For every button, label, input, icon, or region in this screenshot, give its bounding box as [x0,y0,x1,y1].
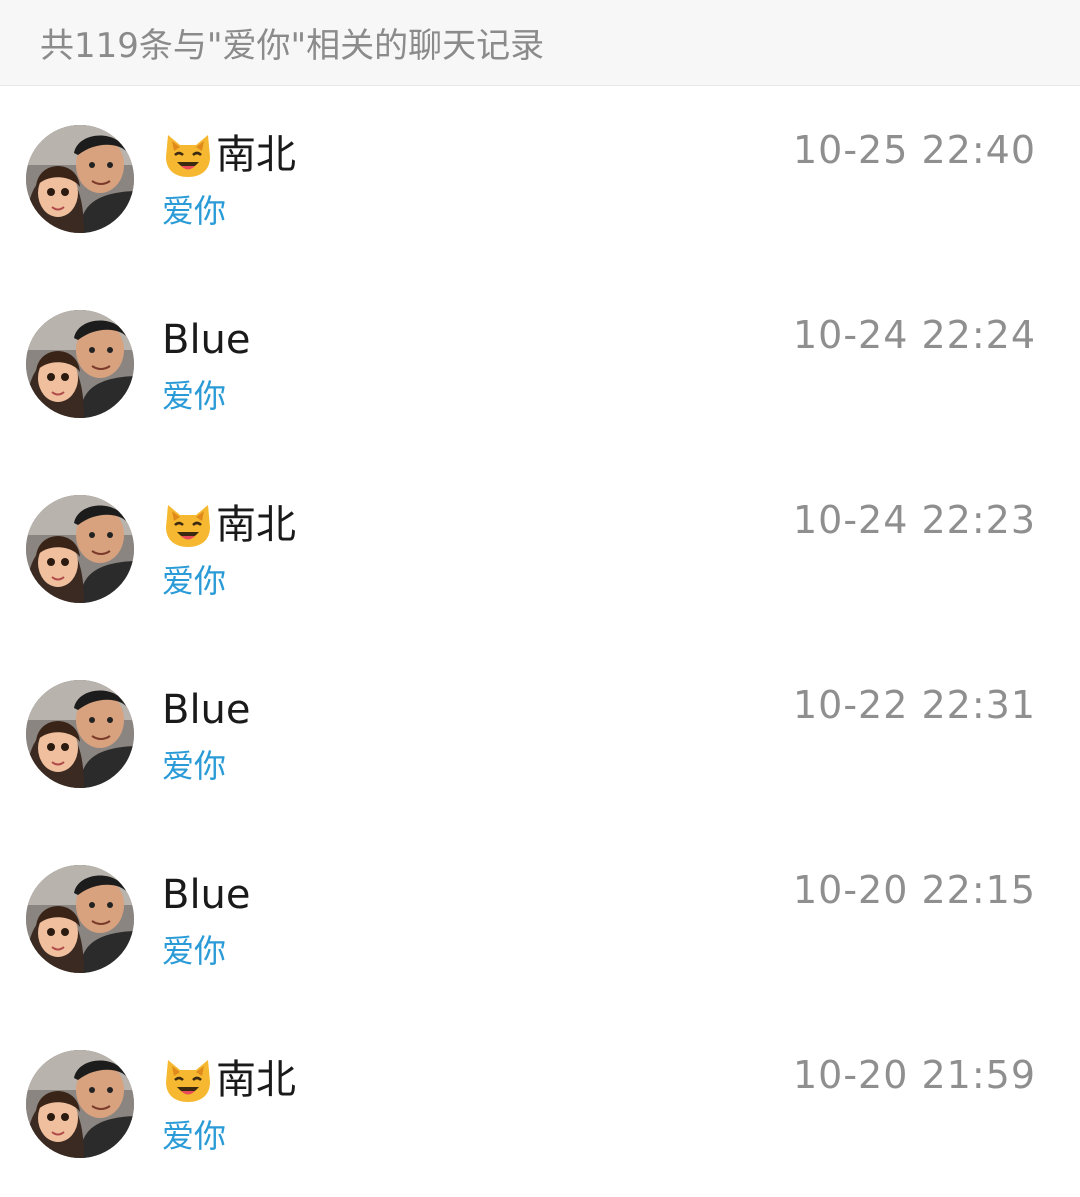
sender-name: 南北 [162,1056,296,1104]
smiling-cat-icon [166,1060,210,1102]
smiling-cat-icon [166,135,210,177]
message-time: 10-22 22:31 [792,683,1036,727]
search-result-header: 共119条与"爱你"相关的聊天记录 [0,0,1080,86]
chat-record-item[interactable]: 南北 爱你 10-24 22:23 [0,457,1080,642]
matched-message: 爱你 [162,192,227,230]
message-time: 10-20 22:15 [792,868,1036,912]
avatar[interactable] [26,1050,134,1158]
sender-name-text: 南北 [216,1057,296,1103]
sender-name-text: 南北 [216,502,296,548]
chat-record-item[interactable]: Blue 爱你 10-22 22:31 [0,642,1080,827]
avatar[interactable] [26,865,134,973]
chat-record-item[interactable]: 南北 爱你 10-20 21:59 [0,1012,1080,1197]
sender-name: Blue [162,316,251,364]
avatar[interactable] [26,495,134,603]
avatar[interactable] [26,125,134,233]
matched-message: 爱你 [162,932,227,970]
matched-message: 爱你 [162,562,227,600]
message-time: 10-24 22:23 [792,498,1036,542]
smiling-cat-icon [166,505,210,547]
sender-name: Blue [162,686,251,734]
message-time: 10-24 22:24 [792,313,1036,357]
message-time: 10-20 21:59 [792,1053,1036,1097]
sender-name: 南北 [162,131,296,179]
message-time: 10-25 22:40 [792,128,1036,172]
result-count-label: 共119条与"爱你"相关的聊天记录 [40,26,545,66]
chat-record-list: 南北 爱你 10-25 22:40 Blue 爱你 10-24 22:24 南北… [0,87,1080,1197]
chat-record-item[interactable]: Blue 爱你 10-20 22:15 [0,827,1080,1012]
sender-name: Blue [162,871,251,919]
avatar[interactable] [26,310,134,418]
sender-name-text: Blue [162,687,251,733]
chat-record-item[interactable]: Blue 爱你 10-24 22:24 [0,272,1080,457]
sender-name: 南北 [162,501,296,549]
sender-name-text: Blue [162,317,251,363]
matched-message: 爱你 [162,1117,227,1155]
chat-record-item[interactable]: 南北 爱你 10-25 22:40 [0,87,1080,272]
sender-name-text: Blue [162,872,251,918]
matched-message: 爱你 [162,377,227,415]
matched-message: 爱你 [162,747,227,785]
avatar[interactable] [26,680,134,788]
sender-name-text: 南北 [216,132,296,178]
